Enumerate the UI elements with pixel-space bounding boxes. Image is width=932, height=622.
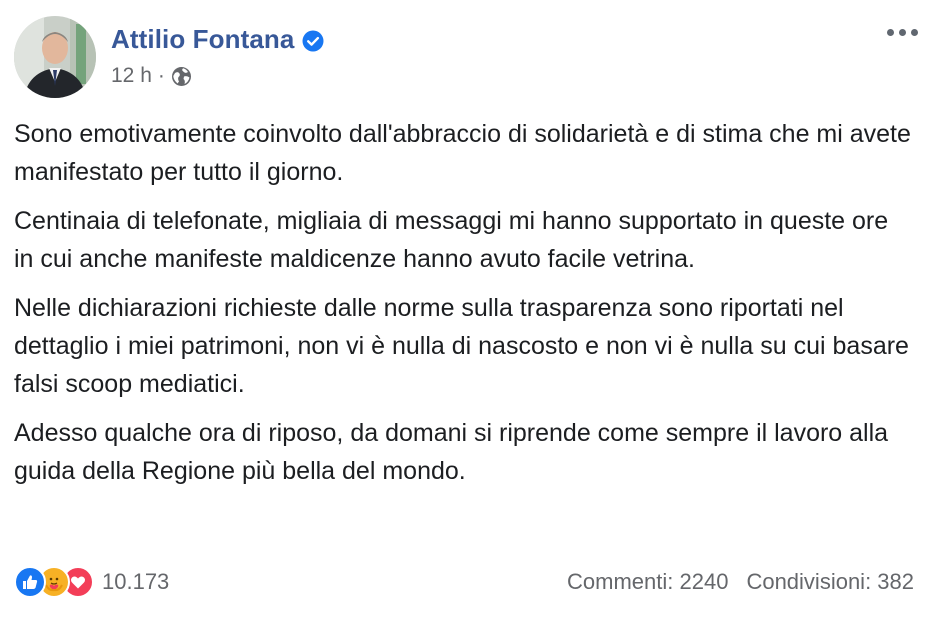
post-text: Sono emotivamente coinvolto dall'abbracc…: [14, 115, 914, 501]
post-paragraph: Nelle dichiarazioni richieste dalle norm…: [14, 294, 909, 398]
post-meta: 12 h ·: [111, 64, 192, 88]
post-paragraph: Sono emotivamente coinvolto dall'abbracc…: [14, 120, 911, 186]
author-row: Attilio Fontana: [111, 24, 324, 55]
post-stats: Commenti: 2240 Condivisioni: 382: [567, 569, 914, 595]
author-avatar[interactable]: [14, 16, 96, 98]
post-paragraph: Centinaia di telefonate, migliaia di mes…: [14, 207, 889, 273]
author-name[interactable]: Attilio Fontana: [111, 24, 294, 55]
more-options-icon[interactable]: [884, 22, 920, 42]
verified-badge-icon: [302, 30, 324, 52]
post-paragraph: Adesso qualche ora di riposo, da domani …: [14, 419, 889, 485]
post-timestamp[interactable]: 12 h: [111, 64, 152, 88]
reactions-summary[interactable]: 10.173: [14, 566, 169, 598]
post-footer: 10.173 Commenti: 2240 Condivisioni: 382: [14, 562, 914, 602]
reaction-count: 10.173: [102, 569, 170, 594]
shares-count-link[interactable]: Condivisioni: 382: [746, 569, 914, 595]
reaction-icons: [14, 566, 94, 598]
globe-icon[interactable]: [171, 66, 192, 87]
meta-separator: ·: [157, 64, 165, 87]
like-icon: [14, 566, 46, 598]
comments-count-link[interactable]: Commenti: 2240: [567, 569, 728, 595]
